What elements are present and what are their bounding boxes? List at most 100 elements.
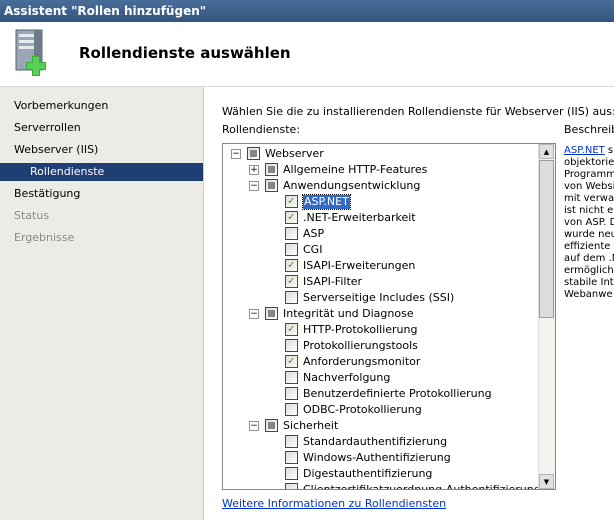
checkbox[interactable] xyxy=(285,227,298,240)
description-line: auf dem .N xyxy=(564,253,614,264)
description-line: von Websi xyxy=(564,181,614,192)
nav-item-bestaetigung[interactable]: Bestätigung xyxy=(14,185,80,203)
checkbox[interactable] xyxy=(285,387,298,400)
collapse-icon[interactable]: − xyxy=(249,181,259,191)
description-line: von ASP. D xyxy=(564,217,614,228)
tree-row[interactable]: ✓ Anforderungsmonitor xyxy=(223,354,539,370)
checkbox[interactable] xyxy=(265,307,278,320)
checkbox[interactable] xyxy=(265,163,278,176)
tree-row[interactable]: Nachverfolgung xyxy=(223,370,539,386)
description-line: ist nicht e xyxy=(564,205,614,216)
tree-scrollbar[interactable]: ▲ ▼ xyxy=(538,144,555,489)
tree-row[interactable]: Serverseitige Includes (SSI) xyxy=(223,290,539,306)
description-line: ermöglich xyxy=(564,265,614,276)
checkbox[interactable]: ✓ xyxy=(285,195,298,208)
description-line: mit verwa xyxy=(564,193,614,204)
window-title: Assistent "Rollen hinzufügen" xyxy=(4,4,206,18)
nav-item-vorbemerkungen[interactable]: Vorbemerkungen xyxy=(14,97,108,115)
tree-row[interactable]: Standardauthentifizierung xyxy=(223,434,539,450)
scroll-thumb[interactable] xyxy=(539,160,554,318)
collapse-icon[interactable]: − xyxy=(249,421,259,431)
collapse-icon[interactable]: − xyxy=(249,309,259,319)
server-add-icon xyxy=(15,29,46,76)
tree-row[interactable]: ✓ HTTP-Protokollierung xyxy=(223,322,539,338)
tree-item-label: Allgemeine HTTP-Features xyxy=(283,163,428,176)
wizard-header: Rollendienste auswählen xyxy=(0,22,614,87)
tree-item-label: Digestauthentifizierung xyxy=(303,467,433,480)
checkbox[interactable] xyxy=(247,147,260,160)
instruction-text: Wählen Sie die zu installierenden Rollen… xyxy=(222,105,614,118)
tree-row[interactable]: Digestauthentifizierung xyxy=(223,466,539,482)
tree-row[interactable]: − Webserver xyxy=(223,146,539,162)
page-title: Rollendienste auswählen xyxy=(79,44,291,62)
tree-item-label: Windows-Authentifizierung xyxy=(303,451,451,464)
scroll-down-button[interactable]: ▼ xyxy=(539,474,554,489)
wizard-nav: Vorbemerkungen Serverrollen Webserver (I… xyxy=(0,87,203,520)
tree-row[interactable]: ODBC-Protokollierung xyxy=(223,402,539,418)
tree-row[interactable]: Clientzertifikatzuordnung-Authentifizier… xyxy=(223,482,539,489)
nav-item-label: Rollendienste xyxy=(30,165,105,178)
checkbox[interactable] xyxy=(285,339,298,352)
checkbox[interactable]: ✓ xyxy=(285,323,298,336)
tree-row[interactable]: Windows-Authentifizierung xyxy=(223,450,539,466)
tree-item-label: CGI xyxy=(303,243,323,256)
tree-row[interactable]: Benutzerdefinierte Protokollierung xyxy=(223,386,539,402)
tree-row[interactable]: ✓ .NET-Erweiterbarkeit xyxy=(223,210,539,226)
checkbox[interactable] xyxy=(285,435,298,448)
tree-row[interactable]: − Integrität und Diagnose xyxy=(223,306,539,322)
tree-item-label: ISAPI-Erweiterungen xyxy=(303,259,416,272)
description-line: effiziente xyxy=(564,241,611,252)
tree-item-label: ASP.NET xyxy=(302,194,351,210)
tree-item-label: ODBC-Protokollierung xyxy=(303,403,422,416)
tree-item-label: HTTP-Protokollierung xyxy=(303,323,418,336)
checkbox[interactable] xyxy=(285,483,298,489)
tree-row[interactable]: − Sicherheit xyxy=(223,418,539,434)
role-services-tree[interactable]: − Webserver + Allgemeine HTTP-Features − Anwe… xyxy=(222,143,556,490)
description-line: s xyxy=(604,145,614,156)
checkbox[interactable]: ✓ xyxy=(285,211,298,224)
checkbox[interactable] xyxy=(285,467,298,480)
tree-item-label: Benutzerdefinierte Protokollierung xyxy=(303,387,492,400)
nav-item-rollendienste[interactable]: Rollendienste xyxy=(0,163,203,181)
nav-item-ergebnisse: Ergebnisse xyxy=(14,231,75,244)
checkbox[interactable] xyxy=(285,451,298,464)
description-panel: ASP.NET s objektorie Programm von Websi … xyxy=(564,145,614,345)
tree-row[interactable]: ASP xyxy=(223,226,539,242)
tree-item-label: Integrität und Diagnose xyxy=(283,307,414,320)
tree-item-label: Anforderungsmonitor xyxy=(303,355,421,368)
tree-item-label: Webserver xyxy=(265,147,324,160)
tree-item-label: .NET-Erweiterbarkeit xyxy=(303,211,416,224)
nav-item-serverrollen[interactable]: Serverrollen xyxy=(14,119,81,137)
description-line: Webanwe xyxy=(564,289,613,300)
checkbox[interactable] xyxy=(285,291,298,304)
tree-row[interactable]: CGI xyxy=(223,242,539,258)
services-label: Rollendienste: xyxy=(222,123,301,136)
description-link[interactable]: ASP.NET xyxy=(564,145,605,156)
tree-row[interactable]: ✓ ISAPI-Erweiterungen xyxy=(223,258,539,274)
main-content: Wählen Sie die zu installierenden Rollen… xyxy=(203,87,614,520)
tree-row[interactable]: ✓ ISAPI-Filter xyxy=(223,274,539,290)
tree-row[interactable]: + Allgemeine HTTP-Features xyxy=(223,162,539,178)
tree-row[interactable]: − Anwendungsentwicklung xyxy=(223,178,539,194)
checkbox[interactable]: ✓ xyxy=(285,355,298,368)
description-line: wurde neu xyxy=(564,229,614,240)
checkbox[interactable] xyxy=(285,371,298,384)
more-info-link[interactable]: Weitere Informationen zu Rollendiensten xyxy=(222,497,446,510)
description-line: Programm xyxy=(564,169,614,180)
description-line: objektorie xyxy=(564,157,614,168)
tree-row[interactable]: ✓ ASP.NET xyxy=(223,194,539,210)
checkbox[interactable] xyxy=(285,243,298,256)
checkbox[interactable]: ✓ xyxy=(285,275,298,288)
checkbox[interactable]: ✓ xyxy=(285,259,298,272)
description-line: stabile Int xyxy=(564,277,614,288)
collapse-icon[interactable]: − xyxy=(231,149,241,159)
checkbox[interactable] xyxy=(285,403,298,416)
checkbox[interactable] xyxy=(265,179,278,192)
tree-item-label: Serverseitige Includes (SSI) xyxy=(303,291,455,304)
tree-row[interactable]: Protokollierungstools xyxy=(223,338,539,354)
checkbox[interactable] xyxy=(265,419,278,432)
scroll-up-button[interactable]: ▲ xyxy=(539,144,554,159)
nav-item-webserver[interactable]: Webserver (IIS) xyxy=(14,141,98,159)
expand-icon[interactable]: + xyxy=(249,165,259,175)
nav-item-status: Status xyxy=(14,209,50,222)
